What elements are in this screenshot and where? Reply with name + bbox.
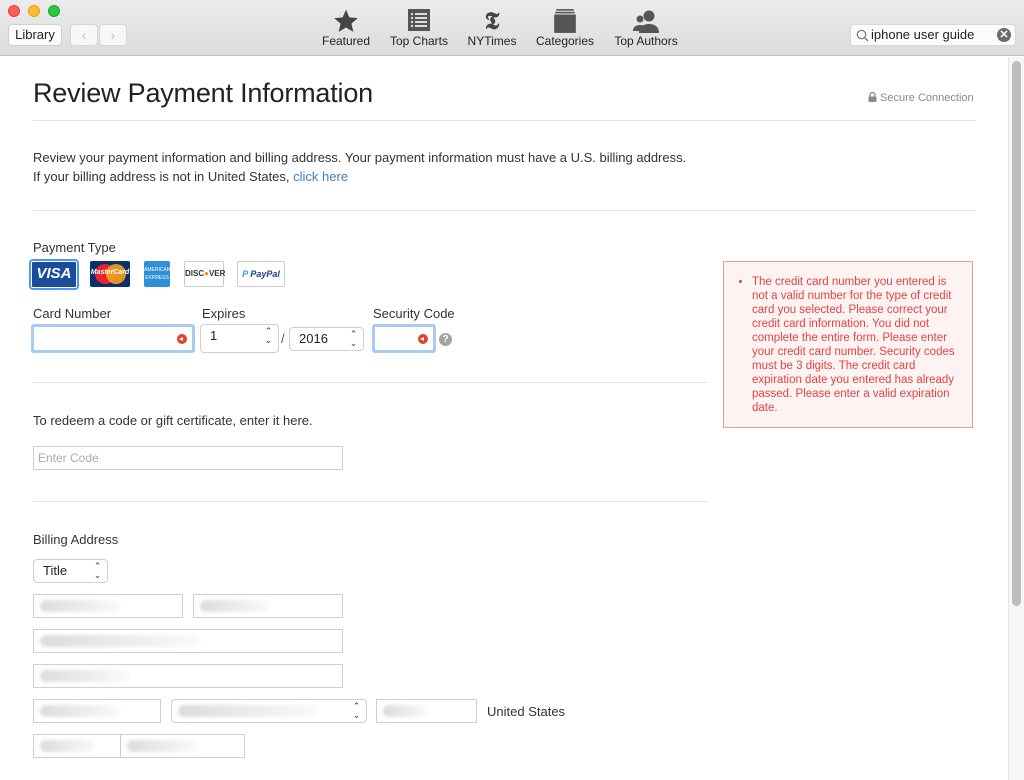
divider: [33, 382, 707, 383]
last-name-input[interactable]: [193, 594, 343, 618]
vertical-scrollbar[interactable]: [1008, 57, 1024, 780]
tab-label: Categories: [535, 34, 595, 48]
tab-label: Top Authors: [614, 34, 678, 48]
minimize-window-button[interactable]: [28, 5, 40, 17]
secure-connection-label: Secure Connection: [868, 91, 974, 104]
expires-year-select[interactable]: 2016 ⌃ ⌄: [289, 327, 364, 351]
amex-logo-icon: AMERICAN EXPRESS: [144, 267, 171, 281]
tab-top-charts[interactable]: Top Charts: [389, 8, 449, 48]
stepper-arrows-icon: ⌃ ⌄: [349, 329, 358, 348]
card-discover[interactable]: DISC●VER: [184, 261, 226, 287]
paypal-logo-icon: P PayPal: [242, 269, 280, 279]
search-field[interactable]: iphone user guide ✕: [850, 24, 1016, 46]
chevron-right-icon: ›: [110, 27, 116, 43]
zip-code-input[interactable]: [376, 699, 477, 723]
street-address-2-input[interactable]: [33, 664, 343, 688]
help-icon[interactable]: ?: [439, 333, 452, 346]
error-icon: [177, 334, 187, 344]
mastercard-logo-icon: MasterCard: [90, 269, 130, 276]
security-code-label: Security Code: [373, 306, 455, 321]
stepper-arrows-icon: ⌃ ⌄: [93, 561, 102, 580]
payment-type-label: Payment Type: [33, 240, 116, 255]
visa-logo-icon: VISA: [32, 262, 76, 287]
redeem-code-input[interactable]: Enter Code: [33, 446, 343, 470]
scrollbar-thumb[interactable]: [1012, 61, 1021, 606]
title-bar: Library ‹ › Featured Top Charts 𝕿 NYTime…: [0, 0, 1024, 56]
street-address-input[interactable]: [33, 629, 343, 653]
tab-featured[interactable]: Featured: [322, 8, 370, 48]
divider: [33, 501, 707, 502]
zoom-window-button[interactable]: [48, 5, 60, 17]
list-icon: [389, 8, 449, 34]
stepper-arrows-icon: ⌃ ⌄: [352, 701, 361, 720]
billing-address-label: Billing Address: [33, 532, 119, 547]
expires-month-select[interactable]: 1 ⌃ ⌄: [200, 324, 279, 353]
close-window-button[interactable]: [8, 5, 20, 17]
error-message-box: The credit card number you entered is no…: [723, 261, 973, 428]
tab-nytimes[interactable]: 𝕿 NYTimes: [467, 6, 517, 49]
tab-categories[interactable]: Categories: [535, 8, 595, 48]
search-input[interactable]: iphone user guide: [871, 27, 974, 42]
people-icon: [613, 8, 679, 34]
card-number-label: Card Number: [33, 306, 112, 321]
tab-label: Featured: [322, 34, 371, 48]
card-number-input[interactable]: [31, 324, 195, 353]
area-code-input[interactable]: [33, 734, 121, 758]
card-visa[interactable]: VISA: [29, 259, 79, 290]
city-input[interactable]: [33, 699, 161, 723]
discover-logo-icon: DISC●VER: [185, 269, 226, 278]
intro-line-1: Review your payment information and bill…: [33, 150, 687, 165]
error-icon: [418, 334, 428, 344]
state-select[interactable]: ⌃ ⌄: [171, 699, 367, 723]
chevron-left-icon: ‹: [81, 27, 87, 43]
library-button[interactable]: Library: [8, 24, 62, 46]
tab-label: NYTimes: [467, 34, 517, 48]
card-paypal[interactable]: P PayPal: [237, 261, 285, 287]
search-icon: [856, 28, 869, 48]
clear-icon[interactable]: ✕: [997, 28, 1011, 42]
stack-icon: [535, 8, 595, 34]
page-title: Review Payment Information: [33, 78, 373, 108]
divider: [33, 210, 976, 211]
stepper-arrows-icon: ⌃ ⌄: [264, 326, 273, 345]
title-select[interactable]: Title ⌃ ⌄: [33, 559, 108, 583]
tab-label: Top Charts: [389, 34, 449, 48]
expires-separator: /: [281, 331, 285, 346]
forward-button[interactable]: ›: [99, 24, 127, 46]
intro-line-2: If your billing address is not in United…: [33, 169, 349, 184]
security-code-input[interactable]: [372, 324, 436, 353]
tab-top-authors[interactable]: Top Authors: [613, 8, 679, 48]
card-mastercard[interactable]: MasterCard: [90, 261, 130, 287]
first-name-input[interactable]: [33, 594, 183, 618]
country-label: United States: [487, 704, 566, 719]
card-amex[interactable]: AMERICAN EXPRESS: [144, 261, 170, 287]
expires-label: Expires: [202, 306, 246, 321]
phone-number-input[interactable]: [120, 734, 245, 758]
lock-icon: [868, 91, 877, 104]
back-button[interactable]: ‹: [70, 24, 98, 46]
star-icon: [322, 8, 370, 34]
redeem-label: To redeem a code or gift certificate, en…: [33, 413, 313, 428]
click-here-link[interactable]: click here: [293, 169, 348, 184]
error-message: The credit card number you entered is no…: [752, 275, 960, 415]
intro-text: Review your payment information and bill…: [33, 148, 686, 186]
divider: [33, 120, 976, 121]
nytimes-icon: 𝕿: [484, 6, 500, 35]
